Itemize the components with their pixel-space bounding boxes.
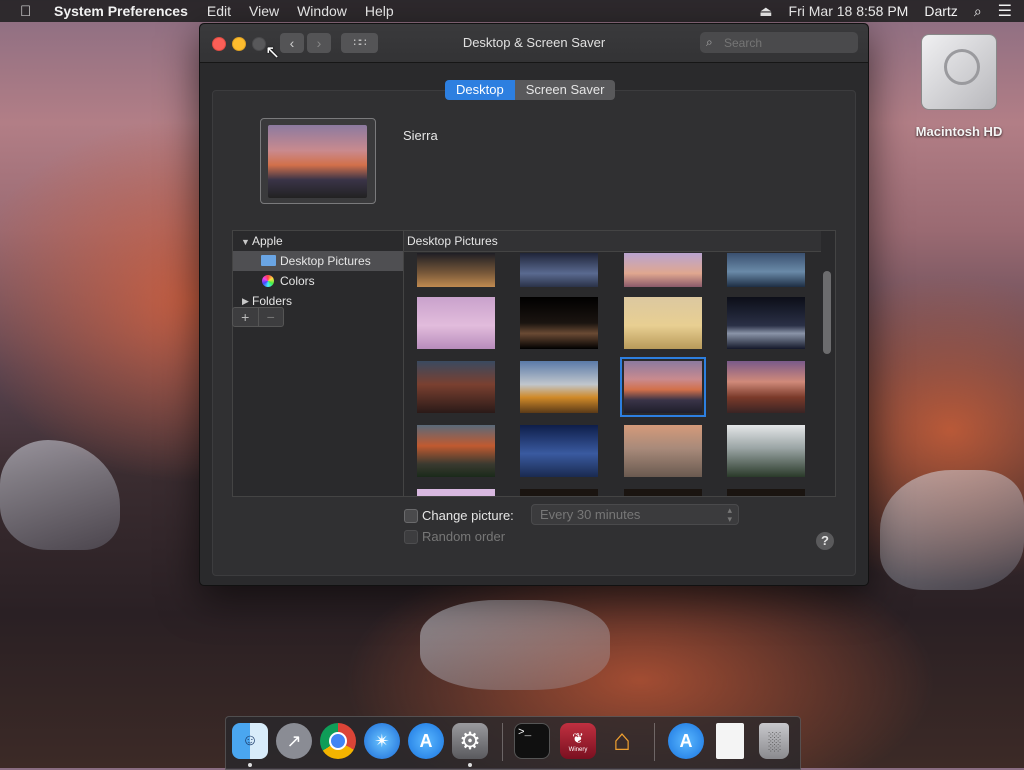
launchpad-icon[interactable]: ↗ bbox=[276, 723, 312, 759]
search-icon: ⌕ bbox=[706, 35, 713, 49]
color-wheel-icon bbox=[262, 275, 274, 287]
app-menu[interactable]: System Preferences bbox=[54, 3, 188, 19]
picture-grid: Desktop Pictures bbox=[403, 230, 836, 497]
terminal-icon[interactable]: >_ bbox=[514, 723, 550, 759]
source-colors[interactable]: Colors bbox=[233, 271, 403, 291]
app-store-icon[interactable]: A bbox=[408, 723, 444, 759]
hard-drive-icon[interactable] bbox=[921, 30, 997, 110]
menu-window[interactable]: Window bbox=[297, 3, 347, 19]
wallpaper-thumbnail[interactable] bbox=[727, 425, 805, 477]
wallpaper-preview bbox=[260, 118, 376, 204]
grid-header: Desktop Pictures bbox=[404, 231, 821, 252]
remove-folder-button[interactable]: − bbox=[257, 308, 284, 326]
mouse-pointer-icon: ↖ bbox=[265, 42, 281, 62]
add-folder-button[interactable]: + bbox=[233, 308, 258, 326]
eject-icon[interactable]: ⏏ bbox=[759, 3, 772, 20]
trash-icon[interactable]: ░ bbox=[759, 723, 789, 759]
tab-screen-saver[interactable]: Screen Saver bbox=[514, 80, 616, 100]
snow-patch bbox=[420, 600, 610, 690]
wallpaper-thumbnail[interactable] bbox=[624, 253, 702, 287]
tab-desktop[interactable]: Desktop bbox=[445, 80, 515, 100]
source-list: ▼ Apple Desktop Pictures Colors ▶ Folder… bbox=[232, 230, 404, 497]
change-picture-checkbox[interactable] bbox=[404, 509, 418, 523]
menu-edit[interactable]: Edit bbox=[207, 3, 231, 19]
wallpaper-thumbnail[interactable] bbox=[520, 425, 598, 477]
wallpaper-thumbnail[interactable] bbox=[417, 253, 495, 287]
running-indicator bbox=[468, 763, 472, 767]
interval-popup[interactable]: Every 30 minutes ▴ ▾ bbox=[531, 504, 739, 525]
source-desktop-pictures[interactable]: Desktop Pictures bbox=[233, 251, 403, 271]
interval-value: Every 30 minutes bbox=[540, 507, 641, 522]
snow-patch bbox=[880, 470, 1024, 590]
running-indicator bbox=[248, 763, 252, 767]
winery-icon[interactable]: ❦ Winery bbox=[560, 723, 596, 759]
wallpaper-thumbnail[interactable] bbox=[727, 297, 805, 349]
snow-patch bbox=[0, 440, 120, 550]
chrome-icon[interactable] bbox=[320, 723, 356, 759]
chrome-center bbox=[329, 732, 347, 750]
wallpaper-thumbnail-selected[interactable] bbox=[620, 357, 706, 417]
source-apple-label: Apple bbox=[252, 234, 283, 248]
safari-icon[interactable]: ✴ bbox=[364, 723, 400, 759]
tab-control: Desktop Screen Saver bbox=[445, 80, 616, 100]
home-icon[interactable]: ⌂ bbox=[604, 723, 640, 759]
clock[interactable]: Fri Mar 18 8:58 PM bbox=[789, 3, 909, 19]
wallpaper-thumbnail[interactable] bbox=[624, 489, 702, 496]
change-picture-label: Change picture: bbox=[422, 508, 514, 523]
finder-icon[interactable]: ☺ bbox=[232, 723, 268, 759]
add-remove-control: + − bbox=[232, 307, 284, 327]
grid-scrollbar[interactable] bbox=[823, 271, 831, 354]
wallpaper-thumbnail[interactable] bbox=[417, 425, 495, 477]
dock-separator bbox=[654, 723, 655, 761]
random-order-checkbox[interactable] bbox=[404, 530, 418, 544]
hard-drive-label[interactable]: Macintosh HD bbox=[908, 124, 1010, 139]
preferences-window: ‹ › ∷∷ Desktop & Screen Saver ⌕ Desktop … bbox=[199, 23, 869, 586]
wallpaper-thumbnail[interactable] bbox=[520, 297, 598, 349]
document-icon[interactable] bbox=[716, 723, 744, 759]
downloads-icon[interactable]: A bbox=[668, 723, 704, 759]
wallpaper-thumbnail[interactable] bbox=[727, 361, 805, 413]
random-order-label: Random order bbox=[422, 529, 506, 544]
winery-label: Winery bbox=[568, 746, 588, 753]
notification-center-icon[interactable]: ☰ bbox=[998, 1, 1012, 21]
wallpaper-thumbnail[interactable] bbox=[520, 253, 598, 287]
system-preferences-icon[interactable]: ⚙ bbox=[452, 723, 488, 759]
apple-menu-icon[interactable]:  bbox=[20, 3, 40, 20]
popup-arrows-icon: ▴ ▾ bbox=[727, 505, 732, 524]
wallpaper-thumbnail[interactable] bbox=[520, 489, 598, 496]
drive-disk bbox=[944, 49, 980, 85]
menu-view[interactable]: View bbox=[249, 3, 279, 19]
source-desktop-pictures-label: Desktop Pictures bbox=[280, 254, 371, 268]
preview-name: Sierra bbox=[403, 128, 438, 143]
disclosure-open-icon[interactable]: ▼ bbox=[241, 232, 250, 252]
wallpaper-thumbnail[interactable] bbox=[624, 425, 702, 477]
wallpaper-thumbnail[interactable] bbox=[727, 489, 805, 496]
spotlight-icon[interactable]: ⌕ bbox=[974, 3, 982, 20]
help-button[interactable]: ? bbox=[816, 532, 834, 550]
wallpaper-thumbnail[interactable] bbox=[520, 361, 598, 413]
menu-help[interactable]: Help bbox=[365, 3, 394, 19]
status-area: ⏏ Fri Mar 18 8:58 PM Dartz ⌕ ☰ bbox=[743, 1, 1024, 21]
drive-body bbox=[921, 34, 997, 110]
menu-bar:  System Preferences Edit View Window He… bbox=[0, 0, 1024, 22]
preview-image bbox=[268, 125, 367, 198]
source-apple[interactable]: ▼ Apple bbox=[233, 231, 403, 251]
wallpaper-thumbnail[interactable] bbox=[624, 297, 702, 349]
wallpaper-thumbnail[interactable] bbox=[727, 253, 805, 287]
title-bar[interactable]: ‹ › ∷∷ Desktop & Screen Saver ⌕ bbox=[200, 24, 868, 63]
dock-separator bbox=[502, 723, 503, 761]
dock: ☺ ↗ ✴ A ⚙ >_ ❦ Winery ⌂ A ░ bbox=[225, 716, 801, 770]
source-colors-label: Colors bbox=[280, 274, 315, 288]
search-field[interactable]: ⌕ bbox=[700, 32, 858, 53]
folder-icon bbox=[261, 255, 276, 266]
user-menu[interactable]: Dartz bbox=[924, 3, 957, 19]
wallpaper-thumbnail[interactable] bbox=[417, 361, 495, 413]
wallpaper-thumbnail[interactable] bbox=[417, 297, 495, 349]
wallpaper-thumbnail[interactable] bbox=[417, 489, 495, 496]
search-input[interactable] bbox=[722, 34, 856, 52]
